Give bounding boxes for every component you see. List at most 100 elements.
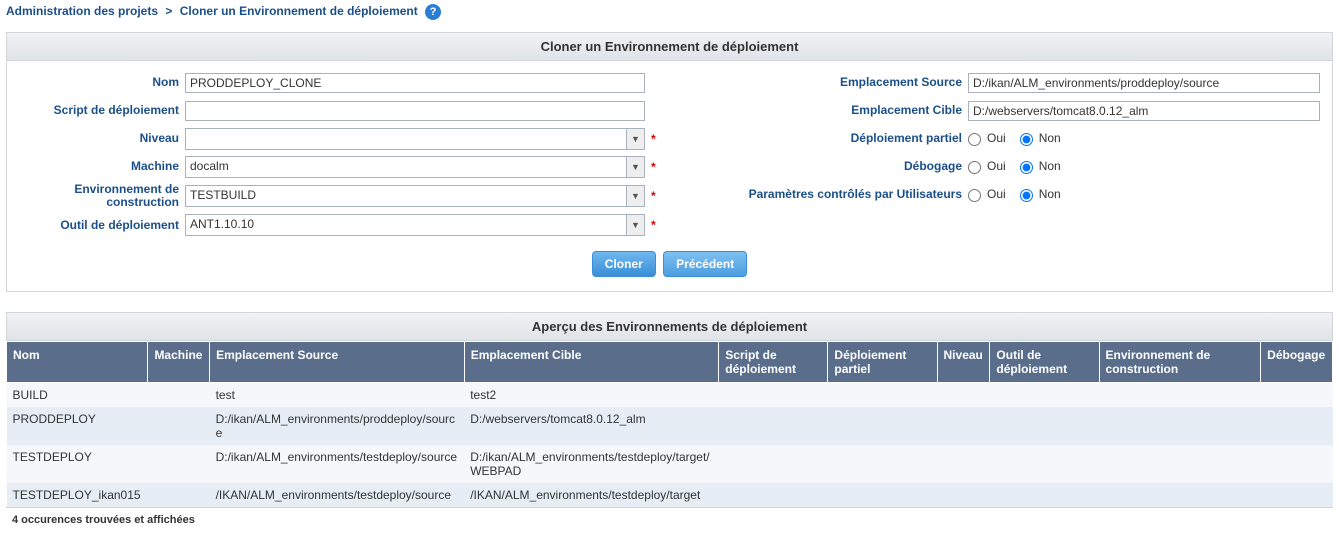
th-outil[interactable]: Outil de déploiement (990, 342, 1099, 383)
params-label: Paramètres contrôlés par Utilisateurs (678, 188, 968, 201)
envconstr-label: Environnement de construction (19, 183, 185, 209)
script-input[interactable] (185, 101, 645, 121)
cell-envconstr (1099, 445, 1261, 483)
cell-debug (1261, 383, 1333, 408)
cell-outil (990, 407, 1099, 445)
debug-non-label: Non (1037, 160, 1071, 173)
clone-button[interactable]: Cloner (592, 251, 656, 277)
cell-nom: TESTDEPLOY_ikan015 (7, 483, 148, 507)
cell-empcib: test2 (464, 383, 719, 408)
cell-debug (1261, 445, 1333, 483)
cell-machine (148, 445, 210, 483)
cell-outil (990, 383, 1099, 408)
nom-label: Nom (19, 76, 185, 89)
required-marker: * (645, 160, 656, 174)
cell-partiel (828, 407, 937, 445)
cell-empsrc: test (210, 383, 465, 408)
script-label: Script de déploiement (19, 104, 185, 117)
required-marker: * (645, 189, 656, 203)
empsrc-label: Emplacement Source (678, 76, 968, 89)
required-marker: * (645, 132, 656, 146)
th-machine[interactable]: Machine (148, 342, 210, 383)
cell-nom: BUILD (7, 383, 148, 408)
partiel-non-radio[interactable] (1020, 133, 1033, 146)
cell-debug (1261, 407, 1333, 445)
params-oui-label: Oui (985, 188, 1016, 201)
chevron-down-icon: ▼ (626, 129, 644, 149)
th-empsrc[interactable]: Emplacement Source (210, 342, 465, 383)
breadcrumb-part1[interactable]: Administration des projets (6, 4, 158, 18)
partiel-non-label: Non (1037, 132, 1071, 145)
cell-script (719, 445, 828, 483)
empsrc-input[interactable] (968, 73, 1320, 93)
th-niveau[interactable]: Niveau (937, 342, 990, 383)
table-row[interactable]: PRODDEPLOYD:/ikan/ALM_environments/prodd… (7, 407, 1333, 445)
envconstr-value: TESTBUILD (186, 186, 626, 206)
cell-partiel (828, 445, 937, 483)
th-envconstr[interactable]: Environnement de construction (1099, 342, 1261, 383)
th-empcib[interactable]: Emplacement Cible (464, 342, 719, 383)
partiel-oui-radio[interactable] (968, 133, 981, 146)
breadcrumb: Administration des projets > Cloner un E… (0, 0, 1339, 24)
cell-envconstr (1099, 383, 1261, 408)
cell-empcib: /IKAN/ALM_environments/testdeploy/target (464, 483, 719, 507)
cell-machine (148, 383, 210, 408)
th-script[interactable]: Script de déploiement (719, 342, 828, 383)
outil-value: ANT1.10.10 (186, 215, 626, 235)
help-icon[interactable]: ? (425, 4, 441, 20)
cell-script (719, 483, 828, 507)
cell-niveau (937, 483, 990, 507)
params-non-label: Non (1037, 188, 1071, 201)
overview-title: Aperçu des Environnements de déploiement (6, 312, 1333, 341)
cell-empcib: D:/ikan/ALM_environments/testdeploy/targ… (464, 445, 719, 483)
cell-machine (148, 483, 210, 507)
cell-niveau (937, 407, 990, 445)
clone-panel-title: Cloner un Environnement de déploiement (7, 33, 1332, 61)
outil-select[interactable]: ANT1.10.10 ▼ (185, 214, 645, 236)
th-debug[interactable]: Débogage (1261, 342, 1333, 383)
table-row[interactable]: TESTDEPLOY_ikan015/IKAN/ALM_environments… (7, 483, 1333, 507)
cell-empsrc: D:/ikan/ALM_environments/testdeploy/sour… (210, 445, 465, 483)
cell-empsrc: D:/ikan/ALM_environments/proddeploy/sour… (210, 407, 465, 445)
nom-input[interactable] (185, 73, 645, 93)
debug-non-radio[interactable] (1020, 161, 1033, 174)
previous-button[interactable]: Précédent (663, 251, 747, 277)
partiel-label: Déploiement partiel (678, 132, 968, 145)
machine-value: docalm (186, 157, 626, 177)
cell-script (719, 407, 828, 445)
machine-label: Machine (19, 160, 185, 173)
machine-select[interactable]: docalm ▼ (185, 156, 645, 178)
th-nom[interactable]: Nom (7, 342, 148, 383)
cell-niveau (937, 383, 990, 408)
th-partiel[interactable]: Déploiement partiel (828, 342, 937, 383)
cell-envconstr (1099, 483, 1261, 507)
table-row[interactable]: BUILD testtest2 (7, 383, 1333, 408)
debug-oui-label: Oui (985, 160, 1016, 173)
cell-envconstr (1099, 407, 1261, 445)
niveau-label: Niveau (19, 132, 185, 145)
cell-partiel (828, 383, 937, 408)
breadcrumb-part2: Cloner un Environnement de déploiement (180, 4, 418, 18)
outil-label: Outil de déploiement (19, 219, 185, 232)
envconstr-select[interactable]: TESTBUILD ▼ (185, 185, 645, 207)
cell-debug (1261, 483, 1333, 507)
params-oui-radio[interactable] (968, 189, 981, 202)
niveau-select[interactable]: ▼ (185, 128, 645, 150)
breadcrumb-sep: > (161, 4, 176, 18)
cell-machine (148, 407, 210, 445)
debug-oui-radio[interactable] (968, 161, 981, 174)
debug-label: Débogage (678, 160, 968, 173)
chevron-down-icon: ▼ (626, 157, 644, 177)
cell-empsrc: /IKAN/ALM_environments/testdeploy/source (210, 483, 465, 507)
cell-outil (990, 483, 1099, 507)
environments-table: Nom Machine Emplacement Source Emplaceme… (6, 341, 1333, 507)
niveau-value (186, 129, 626, 149)
chevron-down-icon: ▼ (626, 186, 644, 206)
clone-panel: Cloner un Environnement de déploiement N… (6, 32, 1333, 292)
cell-nom: TESTDEPLOY (7, 445, 148, 483)
empcib-input[interactable] (968, 101, 1320, 121)
cell-niveau (937, 445, 990, 483)
table-row[interactable]: TESTDEPLOY D:/ikan/ALM_environments/testd… (7, 445, 1333, 483)
cell-empcib: D:/webservers/tomcat8.0.12_alm (464, 407, 719, 445)
params-non-radio[interactable] (1020, 189, 1033, 202)
